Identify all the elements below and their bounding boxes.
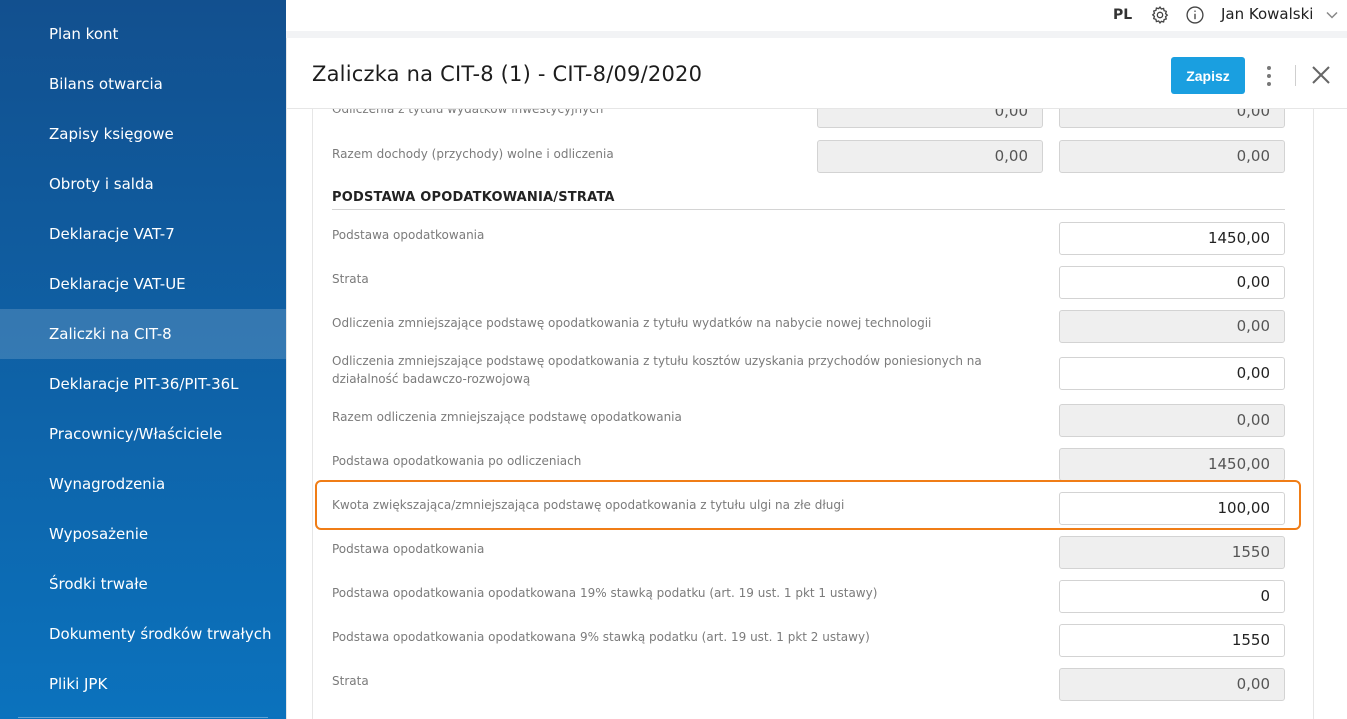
sidebar-item-pliki-jpk[interactable]: Pliki JPK: [0, 659, 286, 709]
field-label: Podstawa opodatkowania opodatkowana 19% …: [332, 586, 878, 600]
sidebar-item-zapisy-ksiegowe[interactable]: Zapisy księgowe: [0, 109, 286, 159]
header-divider: [1295, 65, 1296, 86]
save-button[interactable]: Zapisz: [1171, 57, 1245, 94]
field-label: Odliczenia zmniejszające podstawę opodat…: [332, 354, 982, 386]
sidebar-item-pracownicy[interactable]: Pracownicy/Właściciele: [0, 409, 286, 459]
field-label: Podstawa opodatkowania opodatkowana 9% s…: [332, 630, 870, 644]
value-field: 0,00: [817, 109, 1043, 128]
gear-icon[interactable]: [1150, 5, 1170, 25]
value-input[interactable]: 0: [1059, 580, 1285, 613]
info-icon[interactable]: [1185, 5, 1205, 25]
field-label: Odliczenia zmniejszające podstawę opodat…: [332, 316, 932, 330]
declaration-panel: Zaliczka na CIT-8 (1) - CIT-8/09/2020 Za…: [286, 38, 1347, 719]
user-name[interactable]: Jan Kowalski: [1221, 5, 1313, 23]
field-label: Strata: [332, 674, 369, 688]
form-area: Odliczenia z tytułu wydatków inwestycyjn…: [312, 109, 1314, 719]
field-label: Kwota zwiększająca/zmniejszająca podstaw…: [332, 498, 845, 512]
sidebar-item-plan-kont[interactable]: Plan kont: [0, 9, 286, 59]
value-field: 1450,00: [1059, 448, 1285, 481]
section-divider: [332, 209, 1285, 210]
field-label: Podstawa opodatkowania: [332, 228, 485, 242]
value-input[interactable]: 1550: [1059, 624, 1285, 657]
field-label: Razem dochody (przychody) wolne i odlicz…: [332, 147, 614, 161]
value-input[interactable]: 0,00: [1059, 357, 1285, 390]
field-label: Odliczenia z tytułu wydatków inwestycyjn…: [332, 109, 604, 116]
chevron-down-icon[interactable]: [1325, 8, 1339, 22]
value-field: 0,00: [1059, 668, 1285, 701]
value-field: 0,00: [1059, 140, 1285, 173]
sidebar-item-bilans-otwarcia[interactable]: Bilans otwarcia: [0, 59, 286, 109]
value-field: 1550: [1059, 536, 1285, 569]
value-field: 0,00: [1059, 109, 1285, 128]
sidebar-item-wyposazenie[interactable]: Wyposażenie: [0, 509, 286, 559]
sidebar-item-dokumenty-srodkow[interactable]: Dokumenty środków trwałych: [0, 609, 286, 659]
bad-debt-relief-input[interactable]: 100,00: [1059, 492, 1285, 525]
sidebar-item-srodki-trwale[interactable]: Środki trwałe: [0, 559, 286, 609]
field-label: Podstawa opodatkowania: [332, 542, 485, 556]
sidebar-item-deklaracje-pit[interactable]: Deklaracje PIT-36/PIT-36L: [0, 359, 286, 409]
sidebar-item-deklaracje-vat-ue[interactable]: Deklaracje VAT-UE: [0, 259, 286, 309]
sidebar: Plan kont Bilans otwarcia Zapisy księgow…: [0, 0, 286, 719]
sidebar-item-obroty-i-salda[interactable]: Obroty i salda: [0, 159, 286, 209]
sidebar-item-deklaracje-vat-7[interactable]: Deklaracje VAT-7: [0, 209, 286, 259]
field-label: Podstawa opodatkowania po odliczeniach: [332, 454, 582, 468]
field-label: Razem odliczenia zmniejszające podstawę …: [332, 410, 682, 424]
value-field: 0,00: [817, 140, 1043, 173]
panel-header: Zaliczka na CIT-8 (1) - CIT-8/09/2020 Za…: [287, 38, 1347, 109]
more-options-icon[interactable]: [1263, 64, 1275, 88]
sidebar-item-zaliczki-cit-8[interactable]: Zaliczki na CIT-8: [0, 309, 286, 359]
value-field: 0,00: [1059, 310, 1285, 343]
sidebar-nav: Plan kont Bilans otwarcia Zapisy księgow…: [0, 9, 286, 709]
close-icon[interactable]: [1311, 65, 1331, 85]
value-input[interactable]: 1450,00: [1059, 222, 1285, 255]
sidebar-divider: [18, 717, 268, 718]
field-label: Strata: [332, 272, 369, 286]
page-title: Zaliczka na CIT-8 (1) - CIT-8/09/2020: [312, 62, 703, 86]
language-switch[interactable]: PL: [1113, 7, 1132, 23]
section-title: PODSTAWA OPODATKOWANIA/STRATA: [332, 190, 615, 205]
sidebar-item-wynagrodzenia[interactable]: Wynagrodzenia: [0, 459, 286, 509]
value-field: 0,00: [1059, 404, 1285, 437]
value-input[interactable]: 0,00: [1059, 266, 1285, 299]
